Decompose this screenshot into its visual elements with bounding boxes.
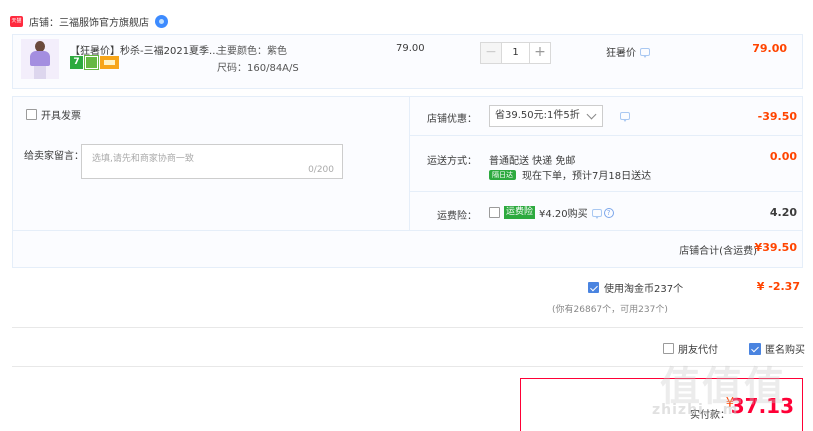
sku-size: 尺码：160/84A/S — [217, 63, 299, 74]
shipping-note: 现在下单，预计7月18日送达 — [522, 171, 652, 182]
product-thumbnail[interactable] — [21, 39, 59, 79]
shipping-amount: 0.00 — [769, 150, 797, 163]
message-char-count: 0/200 — [308, 165, 334, 175]
coin-label: 使用淘金币237个 — [604, 284, 684, 295]
shop-total-row: 店铺合计(含运费) ¥39.50 — [13, 231, 802, 267]
anonymous-checkbox[interactable] — [749, 342, 761, 355]
invoice-option[interactable]: 开具发票 — [26, 107, 81, 122]
insurance-comment-icon[interactable] — [591, 208, 602, 219]
watermark-url: zhizhi...m — [652, 402, 739, 418]
insurance-amount: 4.20 — [769, 206, 797, 219]
taobao-coin-option[interactable]: 使用淘金币237个 — [588, 280, 683, 295]
shop-discount-amount: -39.50 — [757, 110, 797, 123]
insurance-price: ¥4.20购买 — [539, 209, 588, 220]
shop-discount-select[interactable]: 省39.50元:1件5折 — [489, 105, 603, 127]
unit-price: 79.00 — [396, 43, 425, 54]
tmall-logo-icon: 天猫 — [10, 15, 23, 27]
insurance-tag: 运费险 — [504, 206, 536, 219]
increase-quantity-button[interactable]: + — [529, 42, 551, 64]
insurance-option[interactable]: 运费险 ¥4.20购买 ? — [489, 205, 614, 220]
coin-discount-value: ¥ -2.37 — [756, 280, 800, 293]
coin-balance-note: (你有26867个，可用237个) — [552, 305, 668, 315]
message-placeholder: 选填,请先和商家协商一致 — [92, 154, 194, 164]
quantity-stepper: − 1 + — [480, 42, 551, 64]
shipping-eta: 隔日达 现在下单，预计7月18日送达 — [489, 167, 651, 182]
shop-header: 天猫 店铺：三福服饰官方旗舰店 — [10, 12, 168, 30]
invoice-label: 开具发票 — [41, 111, 81, 122]
message-label: 给卖家留言： — [24, 151, 84, 162]
divider — [12, 327, 803, 328]
help-icon[interactable]: ? — [603, 207, 614, 218]
coin-checkbox[interactable] — [588, 282, 599, 293]
comment-icon[interactable] — [640, 47, 650, 58]
guarantee-icon — [84, 55, 99, 70]
shipping-label: 运送方式： — [427, 156, 477, 167]
shipping-method: 普通配送 快递 免邮 — [489, 156, 576, 167]
promotion-label: 狂暑价 — [606, 44, 650, 59]
discount-comment-icon[interactable] — [620, 112, 630, 122]
shop-name-link[interactable]: 店铺：三福服饰官方旗舰店 — [29, 14, 149, 29]
invoice-checkbox[interactable] — [26, 109, 37, 120]
seven-day-return-icon: 7 — [70, 56, 83, 69]
sku-color: 主要颜色：紫色 — [217, 46, 287, 57]
chevron-down-icon — [586, 109, 597, 120]
shop-discount-label: 店铺优惠： — [427, 114, 477, 125]
shop-total-label: 店铺合计(含运费) — [679, 246, 757, 257]
shop-discount-value: 省39.50元:1件5折 — [495, 110, 580, 121]
wangwang-chat-icon[interactable] — [155, 14, 168, 28]
next-day-badge: 隔日达 — [489, 169, 516, 180]
product-title-link[interactable]: 【狂暑价】秒杀-三福2021夏季... — [70, 42, 219, 57]
decrease-quantity-button[interactable]: − — [480, 42, 502, 64]
friend-pay-checkbox[interactable] — [663, 343, 674, 354]
promotion-text: 狂暑价 — [606, 48, 636, 59]
credit-card-icon — [100, 56, 119, 69]
insurance-checkbox[interactable] — [489, 207, 500, 218]
quantity-input[interactable]: 1 — [502, 42, 529, 64]
order-options: 开具发票 给卖家留言： 选填,请先和商家协商一致 0/200 店铺优惠： 省39… — [12, 96, 803, 268]
order-item-row: 【狂暑价】秒杀-三福2021夏季... 7 主要颜色：紫色 尺码：160/84A… — [12, 34, 803, 89]
insurance-label: 运费险： — [437, 211, 477, 222]
shop-total-value: ¥39.50 — [754, 241, 797, 254]
item-subtotal: 79.00 — [752, 42, 787, 55]
service-badges: 7 — [70, 55, 119, 70]
seller-message-input[interactable]: 选填,请先和商家协商一致 0/200 — [81, 144, 343, 179]
